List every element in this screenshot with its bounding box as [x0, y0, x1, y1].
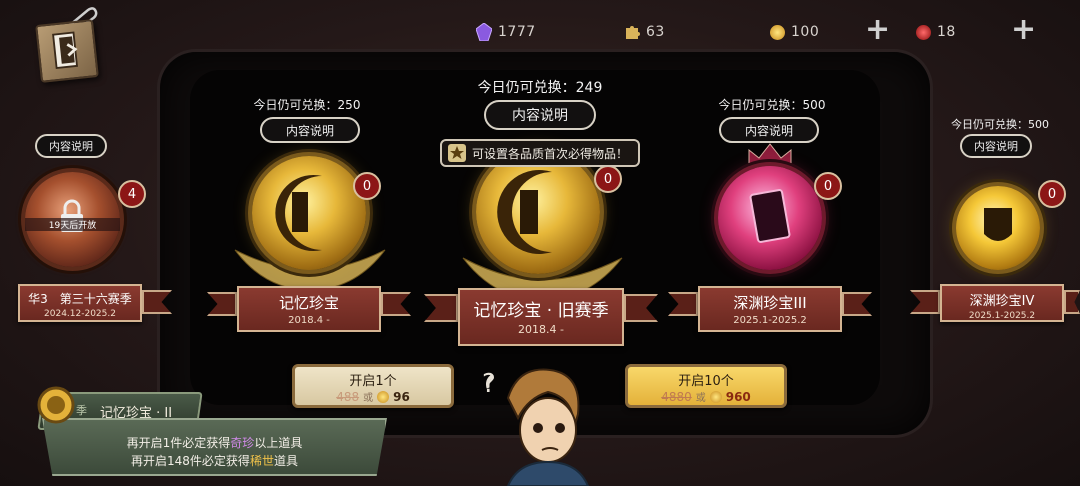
shield-emblem-icon [984, 208, 1012, 241]
abyss4-name: 深渊珍宝IV [969, 294, 1035, 309]
memory-name: 记忆珍宝 [278, 294, 339, 312]
memory-ribbon: 记忆珍宝 2018.4 - [237, 286, 381, 332]
open-one-alt-cost: 488 [336, 389, 360, 404]
abyss4-date: 2025.1-2025.2 [968, 311, 1036, 321]
memory-old-name: 记忆珍宝 · 旧赛季 [473, 301, 609, 321]
pity-line-2-highlight: 稀世 [249, 454, 274, 468]
coin-icon [377, 390, 390, 403]
memory-orb[interactable] [252, 156, 366, 270]
pity-line-1-highlight: 奇珍 [230, 436, 255, 450]
coin-counter: 100 [770, 18, 819, 46]
ruby-amount: 18 [937, 24, 956, 40]
left-card-info-button[interactable]: 内容说明 [35, 134, 107, 158]
red-ruby-icon [916, 24, 931, 40]
left-card-date: 2024.12-2025.2 [44, 309, 116, 319]
svg-text:?: ? [482, 369, 496, 399]
memory-count-badge: 0 [353, 172, 381, 200]
abyss4-ribbon: 深渊珍宝IV 2025.1-2025.2 [940, 284, 1064, 322]
exit-door-icon [52, 31, 79, 70]
open-ten-cost: 960 [725, 389, 751, 404]
coin-icon [709, 390, 722, 403]
add-coin-button[interactable]: + [865, 15, 890, 45]
pity-line-2-pre: 再开启148件必定获得 [131, 454, 250, 468]
pity-line-1-pre: 再开启1件必定获得 [126, 436, 231, 450]
crystal-amount: 1777 [498, 24, 536, 40]
tooltip-text: 可设置各品质首次必得物品！ [472, 146, 629, 161]
abyss3-name: 深渊珍宝III [733, 294, 807, 312]
purple-crystal-icon [476, 23, 492, 41]
medal-icon [37, 386, 75, 424]
crescent-moon-icon [497, 170, 552, 254]
abyss4-orb[interactable] [956, 186, 1040, 270]
tarot-card-icon [749, 189, 791, 243]
left-card-name: 华3 第三十六赛季 [28, 292, 132, 306]
open-ten-label: 开启10个 [678, 374, 734, 389]
gold-coin-icon [770, 24, 785, 40]
abyss4-ribbon-tail-right [1064, 290, 1080, 314]
puzzle-amount: 63 [646, 24, 665, 40]
crescent-moon-icon [275, 175, 322, 251]
character-portrait: ? [482, 368, 590, 486]
memory-date: 2018.4 - [288, 315, 330, 326]
memory-info-button[interactable]: 内容说明 [260, 117, 360, 143]
tooltip: 可设置各品质首次必得物品！ [440, 139, 641, 167]
left-card-lock-text: 19天后开放 [25, 218, 120, 231]
open-ten-alt-cost: 4880 [661, 389, 692, 404]
abyss4-limit-text: 今日仍可兑换：500 [951, 118, 1049, 131]
memory-old-count-badge: 0 [594, 165, 622, 193]
open-one-label: 开启1个 [349, 374, 397, 389]
abyss3-date: 2025.1-2025.2 [733, 315, 807, 326]
abyss3-info-button[interactable]: 内容说明 [719, 117, 819, 143]
coin-amount: 100 [791, 24, 820, 40]
pity-line-2-post: 道具 [273, 454, 298, 468]
open-ten-or: 或 [695, 393, 706, 404]
abyss3-ribbon: 深渊珍宝III 2025.1-2025.2 [698, 286, 842, 332]
open-one-button[interactable]: 开启1个 488 或 96 [292, 364, 454, 408]
memory-old-limit-text: 今日仍可兑换：249 [477, 80, 603, 96]
open-ten-button[interactable]: 开启10个 4880 或 960 [625, 364, 787, 408]
open-one-cost: 96 [393, 389, 410, 404]
pity-line-2: 再开启148件必定获得稀世道具 [42, 452, 387, 469]
memory-limit-text: 今日仍可兑换：250 [253, 98, 361, 112]
left-card-count-badge: 4 [118, 180, 146, 208]
memory-old-orb[interactable] [476, 150, 600, 274]
memory-old-ribbon: 记忆珍宝 · 旧赛季 2018.4 - [458, 288, 624, 346]
memory-old-info-button[interactable]: 内容说明 [484, 100, 596, 130]
add-ruby-button[interactable]: + [1011, 15, 1036, 45]
memory-old-date: 2018.4 - [518, 323, 564, 336]
puzzle-counter: 63 [624, 18, 665, 46]
pity-line-1-post: 以上道具 [254, 436, 303, 450]
star-icon [448, 144, 466, 162]
pity-prefix: 季 [76, 404, 87, 417]
pity-line-1: 再开启1件必定获得奇珍以上道具 [42, 434, 387, 451]
abyss3-count-badge: 0 [814, 172, 842, 200]
abyss4-count-badge: 0 [1038, 180, 1066, 208]
open-one-or: 或 [363, 393, 374, 404]
abyss4-info-button[interactable]: 内容说明 [960, 134, 1032, 158]
pity-title: 记忆珍宝 · II [100, 406, 173, 421]
abyss3-orb[interactable] [718, 166, 822, 270]
puzzle-piece-icon [626, 26, 640, 39]
left-card-ribbon: 华3 第三十六赛季 2024.12-2025.2 [18, 284, 142, 322]
exit-button[interactable] [35, 19, 99, 83]
ruby-counter: 18 [916, 18, 956, 46]
crystal-counter: 1777 [476, 18, 536, 46]
abyss3-limit-text: 今日仍可兑换：500 [718, 98, 826, 112]
